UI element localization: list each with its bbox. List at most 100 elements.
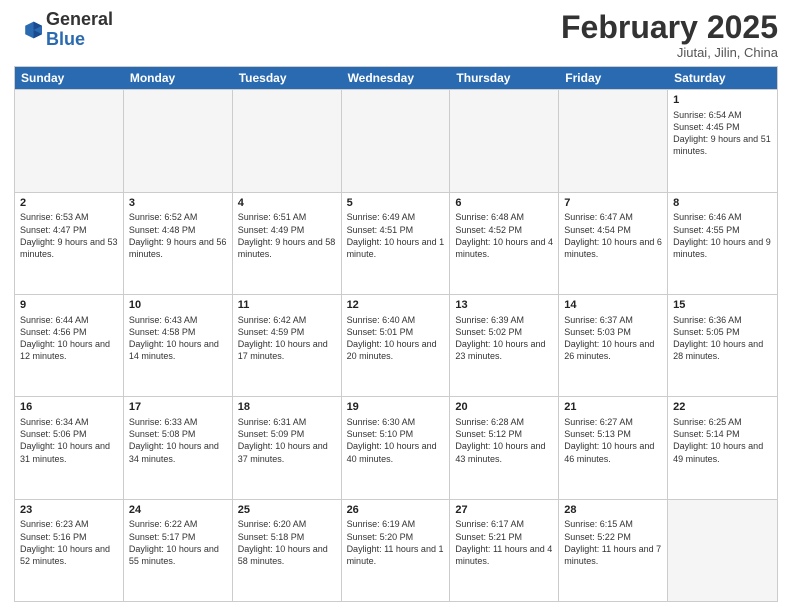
day-cell-1-0: 2Sunrise: 6:53 AM Sunset: 4:47 PM Daylig… [15, 193, 124, 294]
month-title: February 2025 [561, 10, 778, 45]
day-number: 6 [455, 196, 553, 211]
day-number: 11 [238, 298, 336, 313]
day-number: 25 [238, 503, 336, 518]
title-block: February 2025 Jiutai, Jilin, China [561, 10, 778, 60]
day-info: Sunrise: 6:43 AM Sunset: 4:58 PM Dayligh… [129, 314, 227, 363]
day-info: Sunrise: 6:44 AM Sunset: 4:56 PM Dayligh… [20, 314, 118, 363]
day-number: 5 [347, 196, 445, 211]
day-info: Sunrise: 6:47 AM Sunset: 4:54 PM Dayligh… [564, 211, 662, 260]
day-cell-1-4: 6Sunrise: 6:48 AM Sunset: 4:52 PM Daylig… [450, 193, 559, 294]
day-cell-3-2: 18Sunrise: 6:31 AM Sunset: 5:09 PM Dayli… [233, 397, 342, 498]
calendar-body: 1Sunrise: 6:54 AM Sunset: 4:45 PM Daylig… [15, 89, 777, 601]
day-info: Sunrise: 6:31 AM Sunset: 5:09 PM Dayligh… [238, 416, 336, 465]
day-cell-2-3: 12Sunrise: 6:40 AM Sunset: 5:01 PM Dayli… [342, 295, 451, 396]
day-cell-2-4: 13Sunrise: 6:39 AM Sunset: 5:02 PM Dayli… [450, 295, 559, 396]
day-number: 14 [564, 298, 662, 313]
day-info: Sunrise: 6:22 AM Sunset: 5:17 PM Dayligh… [129, 518, 227, 567]
day-cell-3-0: 16Sunrise: 6:34 AM Sunset: 5:06 PM Dayli… [15, 397, 124, 498]
day-number: 4 [238, 196, 336, 211]
day-cell-3-1: 17Sunrise: 6:33 AM Sunset: 5:08 PM Dayli… [124, 397, 233, 498]
day-number: 23 [20, 503, 118, 518]
day-number: 19 [347, 400, 445, 415]
day-info: Sunrise: 6:42 AM Sunset: 4:59 PM Dayligh… [238, 314, 336, 363]
header: General Blue February 2025 Jiutai, Jilin… [14, 10, 778, 60]
day-cell-1-3: 5Sunrise: 6:49 AM Sunset: 4:51 PM Daylig… [342, 193, 451, 294]
day-cell-2-2: 11Sunrise: 6:42 AM Sunset: 4:59 PM Dayli… [233, 295, 342, 396]
weekday-sunday: Sunday [15, 67, 124, 89]
day-info: Sunrise: 6:30 AM Sunset: 5:10 PM Dayligh… [347, 416, 445, 465]
day-cell-4-0: 23Sunrise: 6:23 AM Sunset: 5:16 PM Dayli… [15, 500, 124, 601]
day-info: Sunrise: 6:25 AM Sunset: 5:14 PM Dayligh… [673, 416, 772, 465]
day-cell-0-3 [342, 90, 451, 191]
day-number: 22 [673, 400, 772, 415]
day-info: Sunrise: 6:33 AM Sunset: 5:08 PM Dayligh… [129, 416, 227, 465]
week-row-2: 9Sunrise: 6:44 AM Sunset: 4:56 PM Daylig… [15, 294, 777, 396]
day-cell-1-6: 8Sunrise: 6:46 AM Sunset: 4:55 PM Daylig… [668, 193, 777, 294]
day-info: Sunrise: 6:36 AM Sunset: 5:05 PM Dayligh… [673, 314, 772, 363]
day-number: 3 [129, 196, 227, 211]
page: General Blue February 2025 Jiutai, Jilin… [0, 0, 792, 612]
day-cell-2-1: 10Sunrise: 6:43 AM Sunset: 4:58 PM Dayli… [124, 295, 233, 396]
day-info: Sunrise: 6:15 AM Sunset: 5:22 PM Dayligh… [564, 518, 662, 567]
day-cell-1-2: 4Sunrise: 6:51 AM Sunset: 4:49 PM Daylig… [233, 193, 342, 294]
day-cell-4-6 [668, 500, 777, 601]
day-cell-0-4 [450, 90, 559, 191]
day-info: Sunrise: 6:40 AM Sunset: 5:01 PM Dayligh… [347, 314, 445, 363]
day-number: 7 [564, 196, 662, 211]
day-cell-0-0 [15, 90, 124, 191]
day-number: 16 [20, 400, 118, 415]
day-info: Sunrise: 6:34 AM Sunset: 5:06 PM Dayligh… [20, 416, 118, 465]
day-number: 28 [564, 503, 662, 518]
day-info: Sunrise: 6:20 AM Sunset: 5:18 PM Dayligh… [238, 518, 336, 567]
location: Jiutai, Jilin, China [561, 45, 778, 60]
weekday-tuesday: Tuesday [233, 67, 342, 89]
day-cell-4-5: 28Sunrise: 6:15 AM Sunset: 5:22 PM Dayli… [559, 500, 668, 601]
day-info: Sunrise: 6:46 AM Sunset: 4:55 PM Dayligh… [673, 211, 772, 260]
day-number: 9 [20, 298, 118, 313]
week-row-1: 2Sunrise: 6:53 AM Sunset: 4:47 PM Daylig… [15, 192, 777, 294]
day-number: 10 [129, 298, 227, 313]
weekday-friday: Friday [559, 67, 668, 89]
day-number: 27 [455, 503, 553, 518]
day-cell-3-4: 20Sunrise: 6:28 AM Sunset: 5:12 PM Dayli… [450, 397, 559, 498]
day-info: Sunrise: 6:19 AM Sunset: 5:20 PM Dayligh… [347, 518, 445, 567]
day-cell-0-1 [124, 90, 233, 191]
day-info: Sunrise: 6:28 AM Sunset: 5:12 PM Dayligh… [455, 416, 553, 465]
day-number: 20 [455, 400, 553, 415]
day-cell-0-2 [233, 90, 342, 191]
weekday-saturday: Saturday [668, 67, 777, 89]
day-cell-0-6: 1Sunrise: 6:54 AM Sunset: 4:45 PM Daylig… [668, 90, 777, 191]
logo-icon [14, 16, 42, 44]
day-cell-2-5: 14Sunrise: 6:37 AM Sunset: 5:03 PM Dayli… [559, 295, 668, 396]
day-info: Sunrise: 6:23 AM Sunset: 5:16 PM Dayligh… [20, 518, 118, 567]
day-cell-3-6: 22Sunrise: 6:25 AM Sunset: 5:14 PM Dayli… [668, 397, 777, 498]
day-number: 13 [455, 298, 553, 313]
day-cell-3-3: 19Sunrise: 6:30 AM Sunset: 5:10 PM Dayli… [342, 397, 451, 498]
day-info: Sunrise: 6:54 AM Sunset: 4:45 PM Dayligh… [673, 109, 772, 158]
logo: General Blue [14, 10, 113, 50]
day-number: 17 [129, 400, 227, 415]
day-info: Sunrise: 6:53 AM Sunset: 4:47 PM Dayligh… [20, 211, 118, 260]
day-cell-4-4: 27Sunrise: 6:17 AM Sunset: 5:21 PM Dayli… [450, 500, 559, 601]
day-cell-1-1: 3Sunrise: 6:52 AM Sunset: 4:48 PM Daylig… [124, 193, 233, 294]
day-cell-2-0: 9Sunrise: 6:44 AM Sunset: 4:56 PM Daylig… [15, 295, 124, 396]
weekday-monday: Monday [124, 67, 233, 89]
calendar: Sunday Monday Tuesday Wednesday Thursday… [14, 66, 778, 602]
day-cell-1-5: 7Sunrise: 6:47 AM Sunset: 4:54 PM Daylig… [559, 193, 668, 294]
day-info: Sunrise: 6:17 AM Sunset: 5:21 PM Dayligh… [455, 518, 553, 567]
day-number: 12 [347, 298, 445, 313]
day-number: 2 [20, 196, 118, 211]
day-cell-3-5: 21Sunrise: 6:27 AM Sunset: 5:13 PM Dayli… [559, 397, 668, 498]
day-number: 21 [564, 400, 662, 415]
day-cell-4-2: 25Sunrise: 6:20 AM Sunset: 5:18 PM Dayli… [233, 500, 342, 601]
day-info: Sunrise: 6:49 AM Sunset: 4:51 PM Dayligh… [347, 211, 445, 260]
day-number: 8 [673, 196, 772, 211]
day-number: 26 [347, 503, 445, 518]
day-number: 24 [129, 503, 227, 518]
week-row-3: 16Sunrise: 6:34 AM Sunset: 5:06 PM Dayli… [15, 396, 777, 498]
day-info: Sunrise: 6:51 AM Sunset: 4:49 PM Dayligh… [238, 211, 336, 260]
day-cell-0-5 [559, 90, 668, 191]
week-row-0: 1Sunrise: 6:54 AM Sunset: 4:45 PM Daylig… [15, 89, 777, 191]
day-info: Sunrise: 6:37 AM Sunset: 5:03 PM Dayligh… [564, 314, 662, 363]
weekday-thursday: Thursday [450, 67, 559, 89]
